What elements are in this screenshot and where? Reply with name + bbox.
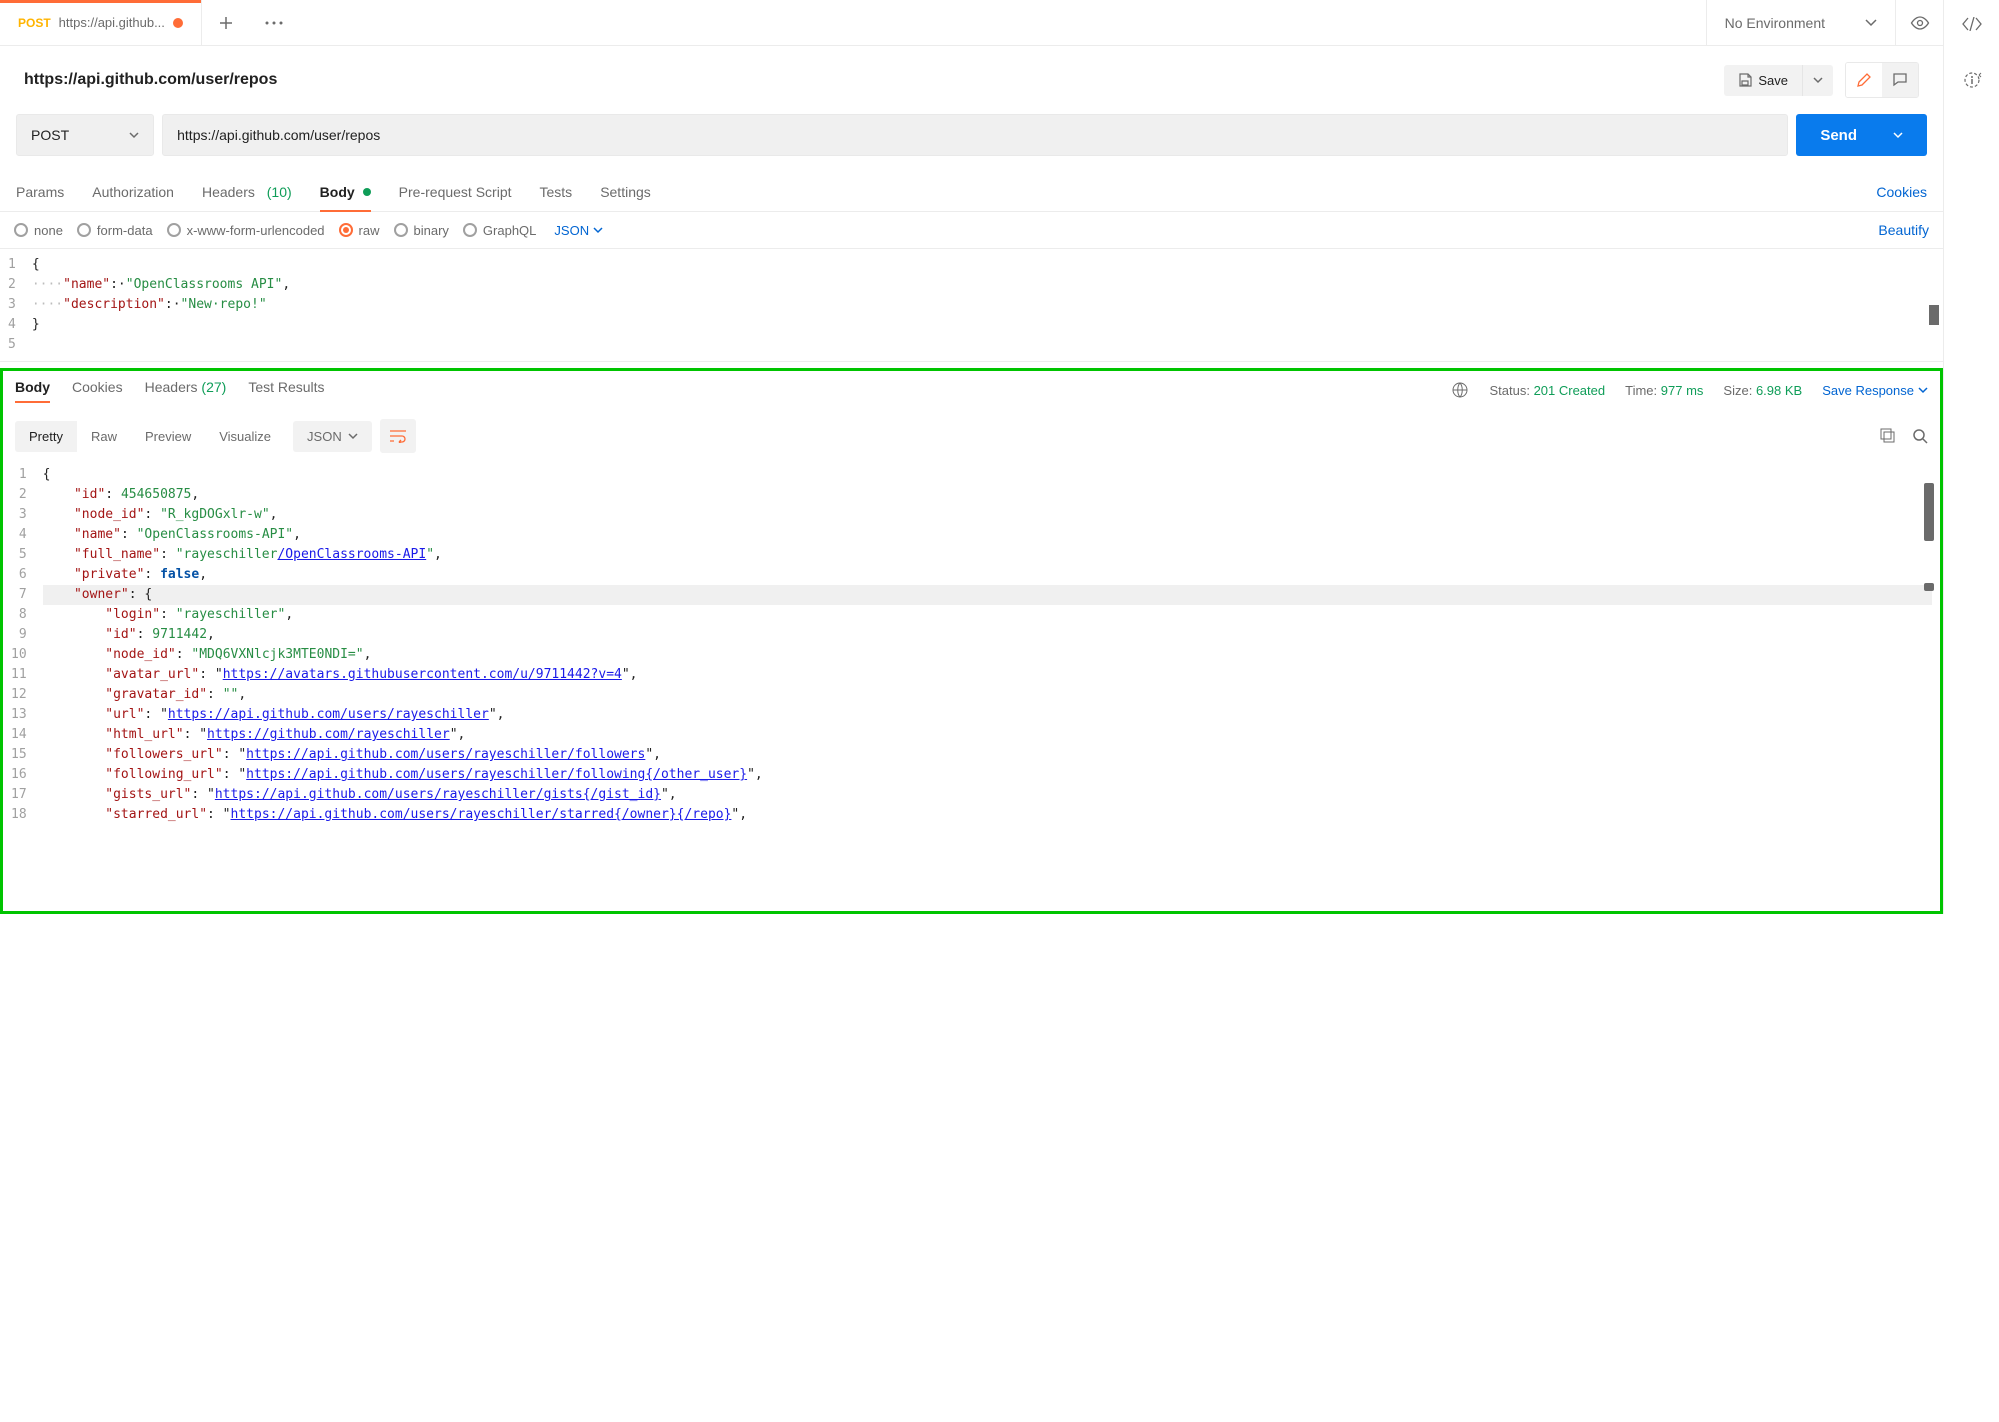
resp-view-pretty[interactable]: Pretty bbox=[15, 421, 77, 452]
comment-icon[interactable] bbox=[1882, 63, 1918, 97]
resp-view-raw[interactable]: Raw bbox=[77, 421, 131, 452]
body-type-graphql[interactable]: GraphQL bbox=[463, 223, 536, 238]
new-tab-button[interactable] bbox=[202, 0, 250, 45]
cookies-link[interactable]: Cookies bbox=[1876, 184, 1927, 200]
tab-prerequest[interactable]: Pre-request Script bbox=[399, 172, 512, 211]
body-format-select[interactable]: JSON bbox=[554, 223, 603, 238]
save-response-button[interactable]: Save Response bbox=[1822, 383, 1928, 398]
save-button[interactable]: Save bbox=[1724, 65, 1802, 96]
url-input[interactable]: https://api.github.com/user/repos bbox=[162, 114, 1788, 156]
method-badge: POST bbox=[18, 16, 51, 30]
save-options-button[interactable] bbox=[1802, 65, 1833, 96]
body-type-none[interactable]: none bbox=[14, 223, 63, 238]
code-panel-icon[interactable] bbox=[1956, 8, 1988, 40]
tab-title: https://api.github... bbox=[59, 15, 165, 30]
tab-params[interactable]: Params bbox=[16, 172, 64, 211]
tab-settings[interactable]: Settings bbox=[600, 172, 651, 211]
time-value: 977 ms bbox=[1661, 383, 1704, 398]
copy-icon[interactable] bbox=[1880, 428, 1896, 444]
info-panel-icon[interactable] bbox=[1956, 64, 1988, 96]
scrollbar-thumb[interactable] bbox=[1924, 583, 1934, 591]
resp-view-preview[interactable]: Preview bbox=[131, 421, 205, 452]
resp-format-select[interactable]: JSON bbox=[293, 421, 372, 452]
resp-tab-test-results[interactable]: Test Results bbox=[248, 379, 324, 401]
send-button[interactable]: Send bbox=[1796, 114, 1927, 156]
request-tab[interactable]: POST https://api.github... bbox=[0, 0, 202, 45]
resp-tab-cookies[interactable]: Cookies bbox=[72, 379, 123, 401]
body-type-binary[interactable]: binary bbox=[394, 223, 449, 238]
size-value: 6.98 KB bbox=[1756, 383, 1802, 398]
request-title: https://api.github.com/user/repos bbox=[24, 71, 1712, 89]
response-body-viewer[interactable]: 123456789101112131415161718 { "id": 4546… bbox=[3, 463, 1940, 911]
method-select[interactable]: POST bbox=[16, 114, 154, 156]
tab-authorization[interactable]: Authorization bbox=[92, 172, 174, 211]
environment-label: No Environment bbox=[1725, 15, 1825, 31]
body-type-form-data[interactable]: form-data bbox=[77, 223, 153, 238]
tab-tests[interactable]: Tests bbox=[540, 172, 573, 211]
resp-tab-body[interactable]: Body bbox=[15, 379, 50, 401]
env-quick-look-icon[interactable] bbox=[1895, 0, 1943, 45]
wrap-lines-icon[interactable] bbox=[380, 419, 416, 453]
environment-selector[interactable]: No Environment bbox=[1706, 0, 1895, 45]
tab-body[interactable]: Body bbox=[320, 172, 371, 211]
tab-headers[interactable]: Headers (10) bbox=[202, 172, 292, 211]
search-icon[interactable] bbox=[1912, 428, 1928, 444]
resp-view-visualize[interactable]: Visualize bbox=[205, 421, 285, 452]
body-type-urlencoded[interactable]: x-www-form-urlencoded bbox=[167, 223, 325, 238]
request-body-editor[interactable]: 12345 {····"name":·"OpenClassrooms API",… bbox=[0, 249, 1943, 362]
body-type-raw[interactable]: raw bbox=[339, 223, 380, 238]
status-value: 201 Created bbox=[1534, 383, 1606, 398]
tab-options-button[interactable] bbox=[250, 0, 298, 45]
scrollbar-thumb[interactable] bbox=[1924, 483, 1934, 541]
edit-icon[interactable] bbox=[1846, 63, 1882, 97]
beautify-link[interactable]: Beautify bbox=[1878, 222, 1929, 238]
resp-tab-headers[interactable]: Headers (27) bbox=[145, 379, 227, 401]
unsaved-indicator-icon bbox=[173, 18, 183, 28]
network-icon[interactable] bbox=[1451, 381, 1469, 399]
